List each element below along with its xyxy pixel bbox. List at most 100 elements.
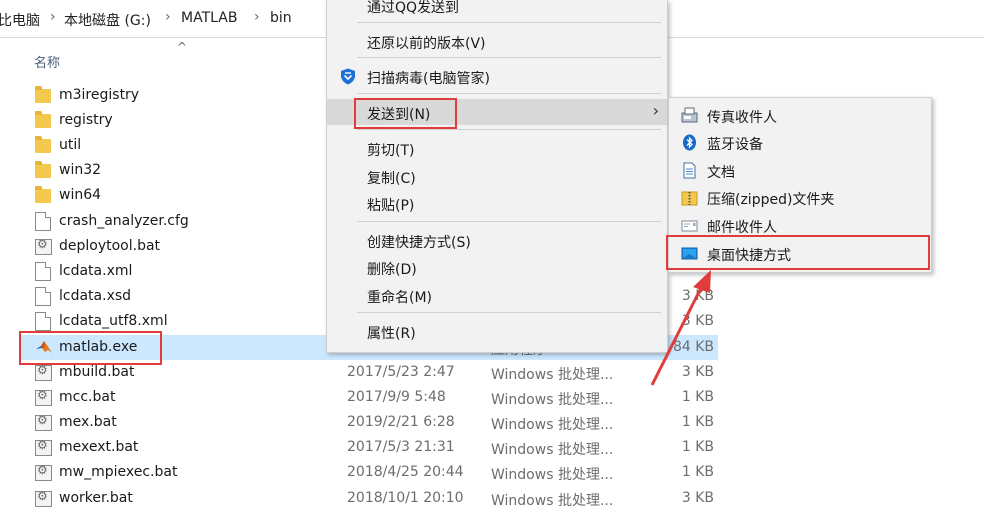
file-name: worker.bat — [59, 490, 133, 506]
file-date-modified: 2018/4/25 20:44 — [347, 464, 464, 480]
breadcrumb-bin[interactable]: bin — [270, 10, 292, 26]
file-size: 1 KB — [681, 464, 714, 480]
menu-item-label: 创建快捷方式(S) — [367, 235, 471, 251]
submenu-item-label: 邮件收件人 — [707, 220, 777, 236]
menu-separator — [357, 22, 661, 23]
folder-icon — [35, 86, 51, 103]
submenu-item-documents[interactable]: 文档 — [669, 157, 931, 184]
folder-icon — [35, 161, 51, 178]
menu-item-rename[interactable]: 重命名(M) — [327, 282, 667, 308]
file-name: crash_analyzer.cfg — [59, 213, 189, 229]
menu-item-restore-previous-versions[interactable]: 还原以前的版本(V) — [327, 28, 667, 54]
menu-item-label: 通过QQ发送到 — [367, 0, 460, 16]
file-name: mcc.bat — [59, 389, 116, 405]
menu-item-scan-virus[interactable]: 扫描病毒(电脑管家) — [327, 63, 667, 89]
document-icon — [35, 287, 51, 306]
menu-item-send-via-qq[interactable]: 通过QQ发送到 — [327, 0, 667, 18]
document-icon — [35, 312, 51, 331]
breadcrumb-separator: › — [50, 9, 56, 25]
menu-item-paste[interactable]: 粘贴(P) — [327, 190, 667, 216]
file-name: util — [59, 137, 82, 153]
menu-separator — [357, 93, 661, 94]
breadcrumb-this-pc[interactable]: 比电脑 — [0, 10, 40, 30]
file-type: Windows 批处理... — [491, 392, 614, 408]
zip-folder-icon — [681, 191, 698, 206]
submenu-item-label: 压缩(zipped)文件夹 — [707, 192, 835, 208]
sort-ascending-icon: ^ — [177, 40, 188, 54]
annotation-box-matlab-exe — [19, 331, 162, 365]
batch-file-icon — [35, 237, 52, 255]
file-type: Windows 批处理... — [491, 442, 614, 458]
file-name: lcdata_utf8.xml — [59, 313, 168, 329]
batch-file-icon — [35, 388, 52, 406]
submenu-item-label: 蓝牙设备 — [707, 137, 763, 153]
file-size: 1 KB — [681, 389, 714, 405]
file-name: mexext.bat — [59, 439, 139, 455]
file-size: 3 KB — [681, 490, 714, 506]
chevron-right-icon: › — [652, 101, 659, 120]
folder-icon — [35, 136, 51, 153]
file-name: deploytool.bat — [59, 238, 161, 254]
file-name: lcdata.xml — [59, 263, 133, 279]
file-name: mw_mpiexec.bat — [59, 464, 178, 480]
breadcrumb-drive-g[interactable]: 本地磁盘 (G:) — [64, 10, 151, 30]
file-size: 1 KB — [681, 439, 714, 455]
file-size: 3 KB — [681, 288, 714, 304]
shield-icon — [341, 68, 355, 85]
submenu-item-fax-recipient[interactable]: 传真收件人 — [669, 102, 931, 129]
file-name: mbuild.bat — [59, 364, 135, 380]
submenu-item-label: 文档 — [707, 165, 735, 181]
file-row[interactable]: worker.bat 2018/10/1 20:10 Windows 批处理... 3… — [20, 486, 718, 511]
file-size: 3 KB — [681, 364, 714, 380]
column-name-header[interactable]: 名称 — [34, 52, 60, 71]
file-row[interactable]: mexext.bat 2017/5/3 21:31 Windows 批处理... 1 … — [20, 435, 718, 460]
file-name: win32 — [59, 162, 102, 178]
menu-separator — [357, 57, 661, 58]
file-name: m3iregistry — [59, 87, 140, 103]
file-name: registry — [59, 112, 113, 128]
batch-file-icon — [35, 413, 52, 431]
document-icon — [683, 162, 696, 179]
breadcrumb-separator: › — [254, 9, 260, 25]
menu-item-cut[interactable]: 剪切(T) — [327, 135, 667, 161]
file-type: Windows 批处理... — [491, 417, 614, 433]
submenu-item-bluetooth-device[interactable]: 蓝牙设备 — [669, 129, 931, 156]
menu-separator — [357, 312, 661, 313]
file-size: 3 KB — [681, 313, 714, 329]
document-icon — [35, 262, 51, 281]
submenu-item-zipped-folder[interactable]: 压缩(zipped)文件夹 — [669, 184, 931, 211]
menu-item-label: 剪切(T) — [367, 143, 415, 159]
menu-item-create-shortcut[interactable]: 创建快捷方式(S) — [327, 227, 667, 253]
menu-item-label: 重命名(M) — [367, 290, 433, 306]
mail-icon — [681, 220, 698, 232]
document-icon — [35, 212, 51, 231]
fax-icon — [681, 107, 698, 123]
menu-item-copy[interactable]: 复制(C) — [327, 163, 667, 189]
menu-item-label: 还原以前的版本(V) — [367, 36, 486, 52]
file-date-modified: 2018/10/1 20:10 — [347, 490, 464, 506]
breadcrumb-matlab[interactable]: MATLAB — [181, 10, 237, 26]
folder-icon — [35, 111, 51, 128]
file-date-modified: 2017/5/23 2:47 — [347, 364, 455, 380]
context-menu: 通过QQ发送到 还原以前的版本(V) 扫描病毒(电脑管家) 发送到(N) › 剪… — [326, 0, 668, 353]
file-size: 1 KB — [681, 414, 714, 430]
menu-item-label: 删除(D) — [367, 262, 417, 278]
menu-item-label: 属性(R) — [367, 326, 416, 342]
batch-file-icon — [35, 463, 52, 481]
file-row[interactable]: mw_mpiexec.bat 2018/4/25 20:44 Windows 批处理… — [20, 460, 718, 485]
batch-file-icon — [35, 489, 52, 507]
menu-item-label: 复制(C) — [367, 171, 416, 187]
breadcrumb-separator: › — [165, 9, 171, 25]
file-date-modified: 2017/9/9 5:48 — [347, 389, 446, 405]
file-type: Windows 批处理... — [491, 493, 614, 509]
menu-separator — [357, 129, 661, 130]
bluetooth-icon — [683, 134, 696, 151]
menu-item-delete[interactable]: 删除(D) — [327, 254, 667, 280]
file-date-modified: 2017/5/3 21:31 — [347, 439, 455, 455]
file-row[interactable]: mcc.bat 2017/9/9 5:48 Windows 批处理... 1 KB — [20, 385, 718, 410]
annotation-box-desktop-shortcut — [666, 235, 930, 270]
menu-item-properties[interactable]: 属性(R) — [327, 318, 667, 344]
file-name: win64 — [59, 187, 102, 203]
file-date-modified: 2019/2/21 6:28 — [347, 414, 455, 430]
file-row[interactable]: mex.bat 2019/2/21 6:28 Windows 批处理... 1 KB — [20, 410, 718, 435]
